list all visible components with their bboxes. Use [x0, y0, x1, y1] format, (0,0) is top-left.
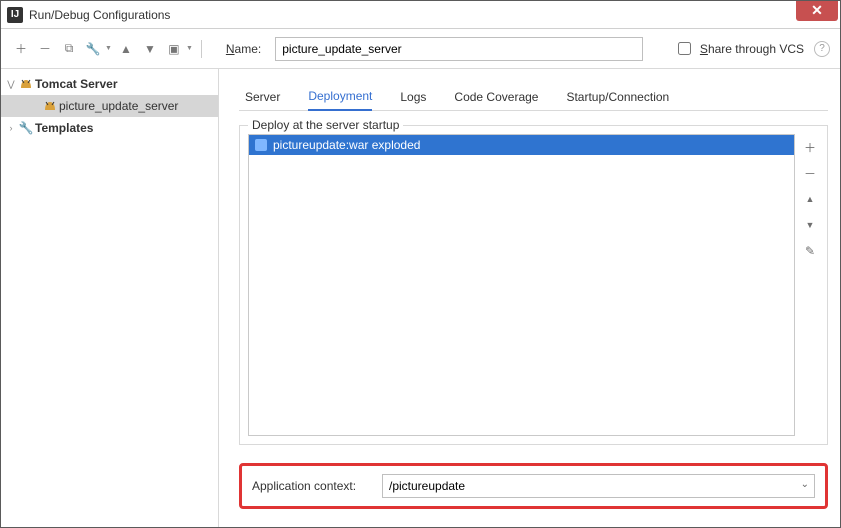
content-area: Server Deployment Logs Code Coverage Sta… [219, 69, 840, 527]
tab-server[interactable]: Server [245, 90, 280, 110]
settings-dropdown-icon: ▼ [105, 45, 112, 52]
toolbar-separator [201, 40, 202, 58]
edit-artifact-button[interactable]: ✎ [801, 242, 819, 260]
tree-node-picture-update-server[interactable]: picture_update_server [1, 95, 218, 117]
app-icon: IJ [7, 7, 23, 23]
help-icon[interactable]: ? [814, 41, 830, 57]
tab-logs[interactable]: Logs [400, 90, 426, 110]
expand-toggle-icon[interactable]: ⋁ [5, 79, 17, 90]
window-title: Run/Debug Configurations [29, 8, 796, 22]
share-checkbox[interactable] [678, 42, 691, 55]
application-context-row: Application context: ⌄ [239, 463, 828, 509]
move-up-button[interactable]: ▲ [801, 190, 819, 208]
add-button[interactable]: ＋ [11, 39, 31, 59]
move-down-button[interactable]: ▼ [801, 216, 819, 234]
application-context-combo[interactable]: ⌄ [382, 474, 815, 498]
remove-artifact-button[interactable]: － [801, 164, 819, 182]
tomcat-icon [19, 77, 33, 91]
deploy-item-label: pictureupdate:war exploded [273, 138, 420, 152]
down-button[interactable]: ▼ [140, 39, 160, 59]
share-label: Share through VCS [700, 42, 804, 56]
close-button[interactable]: ✕ [796, 1, 838, 21]
application-context-label: Application context: [252, 479, 372, 493]
folder-button[interactable]: ▣ [164, 39, 184, 59]
copy-button[interactable]: ⧉ [59, 39, 79, 59]
dialog-body: ⋁ Tomcat Server picture_update_server › … [1, 69, 840, 527]
share-group: Share through VCS ? [674, 39, 830, 58]
tab-bar: Server Deployment Logs Code Coverage Sta… [239, 83, 828, 111]
name-label: Name: [226, 42, 261, 56]
tab-deployment[interactable]: Deployment [308, 89, 372, 111]
tree-node-templates[interactable]: › 🔧 Templates [1, 117, 218, 139]
tree-label: Tomcat Server [35, 77, 117, 91]
folder-dropdown-icon: ▼ [186, 45, 193, 52]
wrench-icon: 🔧 [19, 121, 33, 135]
deploy-item[interactable]: pictureupdate:war exploded [249, 135, 794, 155]
toolbar: ＋ － ⧉ 🔧▼ ▲ ▼ ▣▼ Name: Share through VCS … [1, 29, 840, 69]
tab-code-coverage[interactable]: Code Coverage [454, 90, 538, 110]
tree-label: Templates [35, 121, 93, 135]
up-button[interactable]: ▲ [116, 39, 136, 59]
settings-button[interactable]: 🔧 [83, 39, 103, 59]
title-bar: IJ Run/Debug Configurations ✕ [1, 1, 840, 29]
deploy-legend: Deploy at the server startup [248, 118, 403, 132]
name-input[interactable] [275, 37, 643, 61]
application-context-input[interactable] [382, 474, 815, 498]
tree-node-tomcat-server[interactable]: ⋁ Tomcat Server [1, 73, 218, 95]
tab-startup-connection[interactable]: Startup/Connection [566, 90, 669, 110]
tomcat-icon [43, 99, 57, 113]
add-artifact-button[interactable]: ＋ [801, 138, 819, 156]
dialog-window: IJ Run/Debug Configurations ✕ ＋ － ⧉ 🔧▼ ▲… [0, 0, 841, 528]
expand-toggle-icon[interactable]: › [5, 123, 17, 133]
toolbar-icons: ＋ － ⧉ 🔧▼ ▲ ▼ ▣▼ [11, 39, 206, 59]
artifact-icon [255, 139, 267, 151]
config-tree[interactable]: ⋁ Tomcat Server picture_update_server › … [1, 69, 219, 527]
remove-button[interactable]: － [35, 39, 55, 59]
deploy-side-tools: ＋ － ▲ ▼ ✎ [795, 134, 819, 436]
tree-label: picture_update_server [59, 99, 178, 113]
deploy-list[interactable]: pictureupdate:war exploded [248, 134, 795, 436]
deploy-fieldset: Deploy at the server startup pictureupda… [239, 125, 828, 445]
